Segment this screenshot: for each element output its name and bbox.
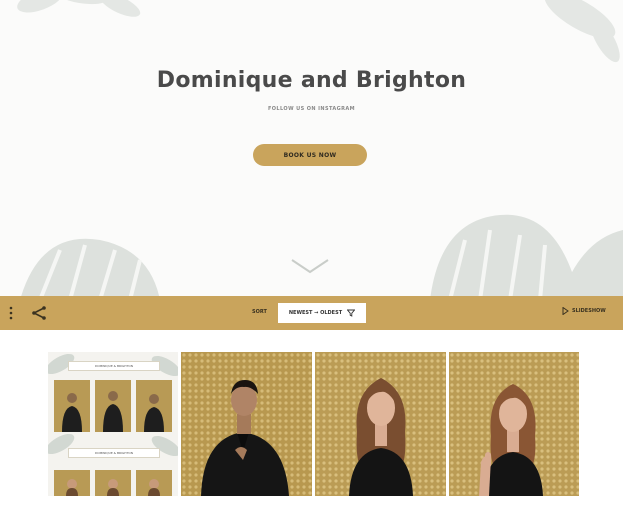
person-photo <box>54 470 90 496</box>
person-photo <box>54 380 90 432</box>
person-photo <box>315 352 446 496</box>
person-photo <box>449 352 579 496</box>
play-icon <box>562 307 569 315</box>
book-us-button[interactable]: BOOK US NOW <box>253 144 367 166</box>
leaf-decoration <box>17 0 141 17</box>
photo-strip-thumbnail[interactable]: DOMINIQUE & BRIGHTON DOMINIQUE & BRIGHTO… <box>48 352 178 496</box>
menu-dots-icon[interactable] <box>8 305 14 321</box>
strip-banner: DOMINIQUE & BRIGHTON <box>68 448 160 458</box>
strip-frame <box>54 470 90 496</box>
sort-value: NEWEST → OLDEST <box>288 310 343 316</box>
person-photo <box>95 380 131 432</box>
filter-icon <box>347 309 356 317</box>
leaf-decoration <box>21 238 160 296</box>
gallery-photo[interactable] <box>315 352 446 496</box>
hero-banner: Dominique and Brighton FOLLOW US ON INST… <box>0 0 623 296</box>
page-title: Dominique and Brighton <box>156 68 467 93</box>
slideshow-button[interactable]: SLIDESHOW <box>562 307 606 315</box>
leaf-decoration <box>544 0 620 63</box>
person-photo <box>95 470 131 496</box>
strip-frame <box>95 470 131 496</box>
sort-dropdown[interactable]: NEWEST → OLDEST <box>278 303 366 323</box>
share-icon[interactable] <box>30 304 48 322</box>
chevron-down-icon[interactable] <box>290 256 330 276</box>
photo-gallery: DOMINIQUE & BRIGHTON DOMINIQUE & BRIGHTO… <box>0 330 623 513</box>
gallery-photo[interactable] <box>449 352 579 496</box>
person-photo <box>136 470 172 496</box>
leaf-decoration <box>430 214 623 296</box>
sort-label: SORT <box>252 309 267 315</box>
strip-frame <box>54 380 90 432</box>
person-photo <box>181 352 312 496</box>
gallery-toolbar: SORT NEWEST → OLDEST SLIDESHOW <box>0 296 623 330</box>
instagram-link[interactable]: FOLLOW US ON INSTAGRAM <box>0 106 623 112</box>
person-photo <box>136 380 172 432</box>
gallery-photo[interactable] <box>181 352 312 496</box>
strip-frame <box>136 380 172 432</box>
strip-frame <box>136 470 172 496</box>
strip-banner: DOMINIQUE & BRIGHTON <box>68 361 160 371</box>
slideshow-label: SLIDESHOW <box>572 308 606 314</box>
strip-frame <box>95 380 131 432</box>
